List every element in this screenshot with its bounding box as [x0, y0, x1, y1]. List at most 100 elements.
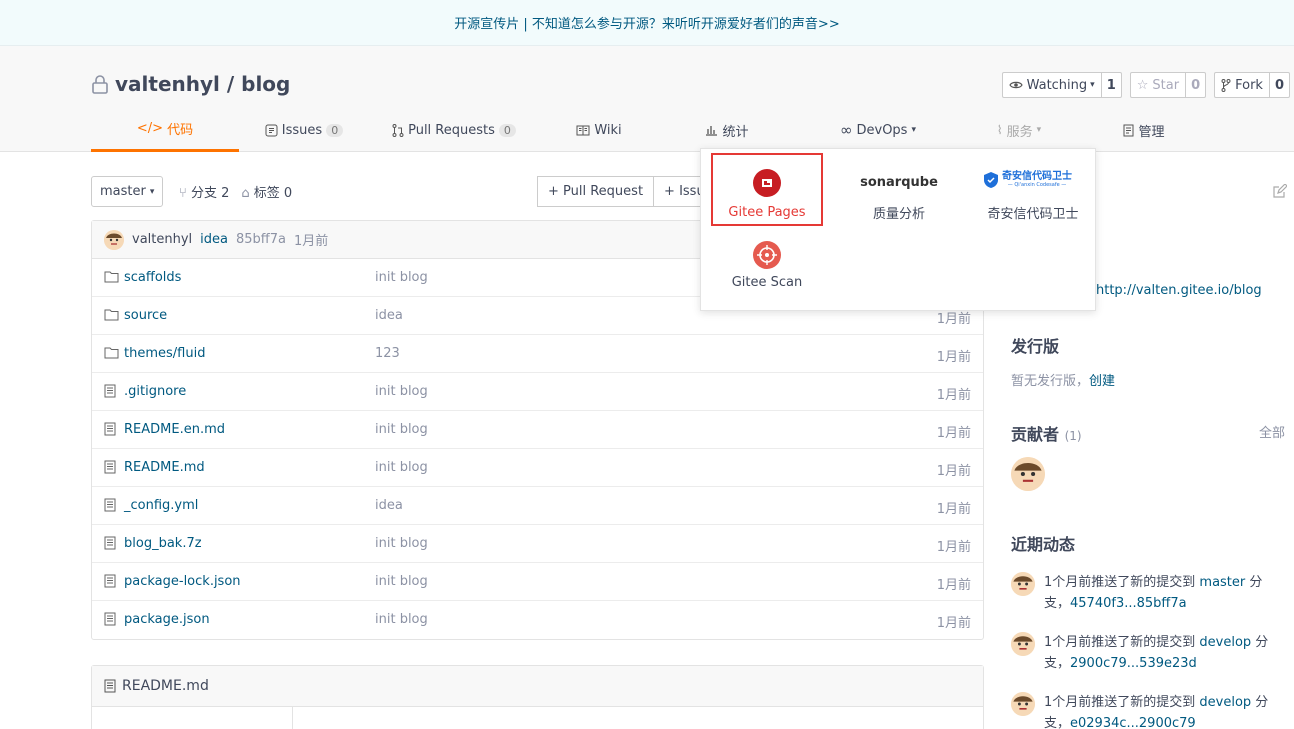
- file-commit-message[interactable]: init blog: [375, 536, 428, 551]
- tab-services[interactable]: ⌇ 服务 ▾: [961, 108, 1077, 152]
- eye-icon: [1008, 81, 1023, 89]
- tab-manage[interactable]: 管理: [1077, 108, 1211, 152]
- release-empty-text: 暂无发行版，: [1011, 374, 1090, 389]
- caret-down-icon: ▾: [911, 125, 916, 135]
- file-row[interactable]: .gitignore init blog 1月前: [92, 373, 983, 411]
- file-icon: [104, 384, 116, 402]
- file-commit-message[interactable]: idea: [375, 498, 403, 513]
- tab-code[interactable]: </> 代码: [91, 108, 239, 152]
- file-commit-message[interactable]: init blog: [375, 612, 428, 627]
- file-row[interactable]: package-lock.json init blog 1月前: [92, 563, 983, 601]
- activity-range-link[interactable]: 2900c79...539e23d: [1070, 656, 1197, 671]
- tab-services-label: 服务: [1006, 124, 1033, 140]
- commit-author[interactable]: valtenhyl: [132, 232, 192, 247]
- tab-stats[interactable]: 统计: [659, 108, 795, 152]
- file-time: 1月前: [936, 350, 971, 365]
- commit-time: 1月前: [293, 234, 329, 249]
- file-commit-message[interactable]: idea: [375, 308, 403, 323]
- avatar[interactable]: [1011, 572, 1035, 596]
- file-name[interactable]: themes/fluid: [124, 346, 205, 361]
- activity-item: 1个月前推送了新的提交到 develop 分支，e02934c...2900c7…: [1011, 692, 1294, 729]
- watch-count[interactable]: 1: [1101, 72, 1122, 98]
- readme-toc: [92, 707, 293, 729]
- pages-url-link[interactable]: http://valten.gitee.io/blog: [1096, 283, 1262, 298]
- sonarqube-item[interactable]: sonarqube 质量分析: [843, 153, 955, 225]
- edit-icon[interactable]: [1272, 183, 1288, 203]
- pulse-icon: ⌇: [996, 123, 1003, 137]
- file-icon: [104, 574, 116, 592]
- commit-message[interactable]: idea: [200, 232, 228, 247]
- file-commit-message[interactable]: init blog: [375, 422, 428, 437]
- activity-prefix: 1个月前推送了新的提交到: [1044, 695, 1200, 710]
- commit-sha[interactable]: 85bff7a: [236, 232, 286, 247]
- gitee-scan-item[interactable]: Gitee Scan: [711, 233, 823, 305]
- settings-doc-icon: [1123, 124, 1134, 136]
- activity-range-link[interactable]: 45740f3...85bff7a: [1070, 596, 1187, 611]
- activity-range-link[interactable]: e02934c...2900c79: [1070, 716, 1196, 729]
- activity-text: 1个月前推送了新的提交到 develop 分支，2900c79...539e23…: [1044, 632, 1284, 674]
- repo-owner-link[interactable]: valtenhyl: [115, 72, 220, 96]
- file-commit-message[interactable]: init blog: [375, 574, 428, 589]
- activity-prefix: 1个月前推送了新的提交到: [1044, 575, 1200, 590]
- watch-button[interactable]: Watching ▾: [1001, 72, 1102, 98]
- avatar[interactable]: [1011, 692, 1035, 716]
- file-name[interactable]: package.json: [124, 612, 210, 627]
- new-pull-request-button[interactable]: + Pull Request: [537, 176, 655, 207]
- branches-link[interactable]: ⑂ 分支 2: [179, 182, 229, 201]
- file-commit-message[interactable]: init blog: [375, 384, 428, 399]
- tab-wiki-label: Wiki: [594, 122, 622, 138]
- file-name[interactable]: package-lock.json: [124, 574, 241, 589]
- file-rows: scaffoldsinit blog1月前sourceidea1月前themes…: [92, 259, 983, 639]
- tags-label: 标签 0: [253, 186, 293, 201]
- banner-text[interactable]: 开源宣传片 | 不知道怎么参与开源？来听听开源爱好者们的声音>>: [454, 13, 839, 32]
- tab-devops[interactable]: ∞ DevOps ▾: [795, 108, 961, 152]
- star-button[interactable]: ☆ Star: [1129, 72, 1187, 98]
- qianxin-item[interactable]: 奇安信代码卫士 — Qi'anxin Codesafe — 奇安信代码卫士: [975, 153, 1091, 225]
- fork-button[interactable]: Fork: [1214, 72, 1270, 98]
- tab-code-label: 代码: [167, 123, 194, 138]
- file-row[interactable]: _config.yml idea 1月前: [92, 487, 983, 525]
- gitee-pages-item[interactable]: Gitee Pages: [711, 153, 823, 226]
- file-name[interactable]: .gitignore: [124, 384, 186, 399]
- create-buttons: + Pull Request + Issue: [537, 176, 724, 207]
- fork-count[interactable]: 0: [1269, 72, 1290, 98]
- top-banner[interactable]: 开源宣传片 | 不知道怎么参与开源？来听听开源爱好者们的声音>>: [0, 0, 1294, 46]
- tab-devops-label: DevOps: [856, 122, 908, 138]
- create-release-link[interactable]: 创建: [1089, 374, 1115, 389]
- tab-stats-label: 统计: [722, 124, 749, 140]
- watch-label: Watching: [1026, 77, 1088, 93]
- file-icon: [104, 612, 116, 630]
- file-name[interactable]: README.md: [124, 460, 205, 475]
- activity-branch-link[interactable]: master: [1199, 575, 1245, 590]
- file-name[interactable]: blog_bak.7z: [124, 536, 202, 551]
- file-row[interactable]: themes/fluid 123 1月前: [92, 335, 983, 373]
- branch-select[interactable]: master ▾: [91, 176, 164, 207]
- file-commit-message[interactable]: init blog: [375, 270, 428, 285]
- tab-manage-label: 管理: [1138, 124, 1165, 140]
- file-row[interactable]: README.en.md init blog 1月前: [92, 411, 983, 449]
- avatar[interactable]: [104, 229, 124, 250]
- all-contributors-link[interactable]: 全部: [1259, 422, 1285, 441]
- repo-name-link[interactable]: blog: [241, 72, 290, 96]
- contributor-avatar[interactable]: [1011, 457, 1045, 491]
- tab-wiki[interactable]: Wiki: [539, 108, 659, 152]
- tab-issues[interactable]: Issues 0: [239, 108, 369, 152]
- qianxin-logo-text: 奇安信代码卫士: [1002, 171, 1072, 182]
- tab-pull-requests[interactable]: Pull Requests 0: [369, 108, 539, 152]
- file-row[interactable]: package.json init blog 1月前: [92, 601, 983, 639]
- repo-actions: Watching ▾ 1 ☆ Star 0 Fork 0: [1001, 72, 1290, 98]
- avatar[interactable]: [1011, 632, 1035, 656]
- wiki-icon: [576, 125, 590, 135]
- file-name[interactable]: README.en.md: [124, 422, 225, 437]
- file-commit-message[interactable]: init blog: [375, 460, 428, 475]
- file-name[interactable]: scaffolds: [124, 270, 181, 285]
- file-row[interactable]: README.md init blog 1月前: [92, 449, 983, 487]
- tags-link[interactable]: ⌂ 标签 0: [241, 182, 292, 201]
- file-row[interactable]: blog_bak.7z init blog 1月前: [92, 525, 983, 563]
- activity-branch-link[interactable]: develop: [1199, 695, 1251, 710]
- file-name[interactable]: _config.yml: [124, 498, 198, 513]
- star-count[interactable]: 0: [1186, 72, 1207, 98]
- file-name[interactable]: source: [124, 308, 167, 323]
- file-commit-message[interactable]: 123: [375, 346, 400, 361]
- activity-branch-link[interactable]: develop: [1199, 635, 1251, 650]
